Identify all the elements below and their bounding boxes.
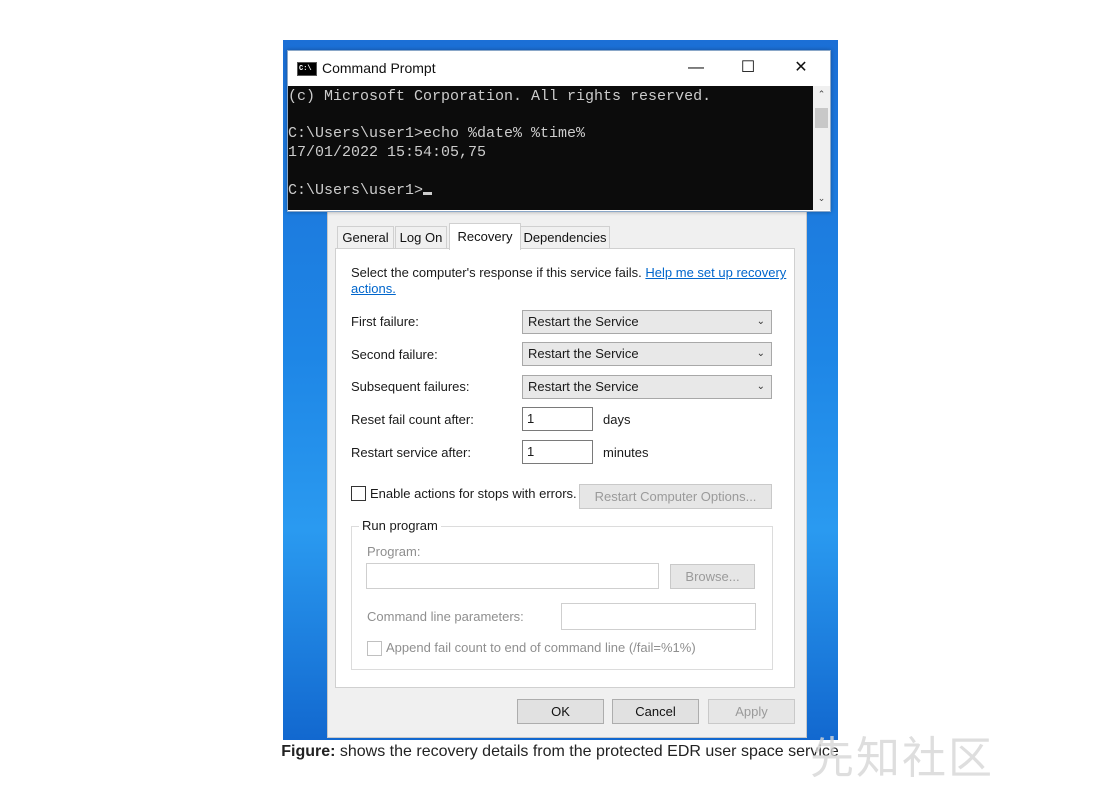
restart-service-input[interactable]: 1 — [522, 440, 593, 464]
ok-button[interactable]: OK — [517, 699, 604, 724]
first-failure-select[interactable]: Restart the Service ⌄ — [522, 310, 772, 334]
cmd-app-icon: C:\ — [297, 62, 317, 76]
console-line: C:\Users\user1>echo %date% %time% — [288, 125, 586, 142]
program-label: Program: — [367, 544, 421, 559]
restart-computer-options-button[interactable]: Restart Computer Options... — [579, 484, 772, 509]
caption-label: Figure: — [281, 743, 336, 760]
caption-text: shows the recovery details from the prot… — [335, 743, 839, 760]
minimize-icon[interactable]: — — [673, 51, 719, 85]
subsequent-failures-select[interactable]: Restart the Service ⌄ — [522, 375, 772, 399]
cmd-title-bar[interactable]: C:\ Command Prompt — ☐ ✕ — [288, 51, 830, 86]
append-fail-count-checkbox[interactable] — [367, 641, 382, 656]
restart-unit-label: minutes — [603, 445, 649, 460]
command-line-label: Command line parameters: — [367, 609, 524, 624]
watermark: 先知社区 — [810, 733, 994, 784]
subsequent-failures-label: Subsequent failures: — [351, 379, 470, 394]
help-link-continued[interactable]: actions. — [351, 281, 396, 296]
scroll-up-icon[interactable]: ⌃ — [813, 89, 830, 100]
cancel-button[interactable]: Cancel — [612, 699, 699, 724]
cmd-window-title: Command Prompt — [322, 60, 436, 76]
apply-button[interactable]: Apply — [708, 699, 795, 724]
command-prompt-window: C:\ Command Prompt — ☐ ✕ (c) Microsoft C… — [287, 50, 831, 212]
scroll-down-icon[interactable]: ⌄ — [813, 193, 830, 204]
cmd-console[interactable]: (c) Microsoft Corporation. All rights re… — [288, 86, 813, 210]
cmd-scrollbar[interactable]: ⌃ ⌄ — [813, 86, 830, 210]
maximize-icon[interactable]: ☐ — [725, 51, 771, 85]
chevron-down-icon: ⌄ — [756, 381, 765, 392]
tab-general[interactable]: General — [337, 226, 394, 249]
second-failure-value: Restart the Service — [528, 346, 639, 361]
console-prompt: C:\Users\user1> — [288, 182, 424, 199]
run-program-title: Run program — [359, 518, 441, 533]
chevron-down-icon: ⌄ — [756, 316, 765, 327]
subsequent-failures-value: Restart the Service — [528, 379, 639, 394]
text-cursor — [423, 192, 433, 195]
program-input[interactable] — [366, 563, 659, 589]
tab-dependencies[interactable]: Dependencies — [520, 226, 610, 249]
restart-service-label: Restart service after: — [351, 445, 471, 460]
browse-button[interactable]: Browse... — [670, 564, 755, 589]
first-failure-label: First failure: — [351, 314, 419, 329]
enable-actions-label: Enable actions for stops with errors. — [370, 486, 577, 501]
recovery-intro-line1: Select the computer's response if this s… — [351, 265, 786, 280]
scrollbar-thumb[interactable] — [815, 108, 828, 128]
first-failure-value: Restart the Service — [528, 314, 639, 329]
reset-unit-label: days — [603, 412, 631, 427]
second-failure-select[interactable]: Restart the Service ⌄ — [522, 342, 772, 366]
tab-log-on[interactable]: Log On — [395, 226, 447, 249]
second-failure-label: Second failure: — [351, 347, 438, 362]
close-icon[interactable]: ✕ — [778, 51, 824, 85]
console-line: (c) Microsoft Corporation. All rights re… — [288, 88, 712, 105]
chevron-down-icon: ⌄ — [756, 348, 765, 359]
console-prompt-line: C:\Users\user1> — [288, 182, 433, 199]
enable-actions-checkbox[interactable] — [351, 486, 366, 501]
command-line-input[interactable] — [561, 603, 756, 630]
reset-fail-count-label: Reset fail count after: — [351, 412, 474, 427]
recovery-intro-text: Select the computer's response if this s… — [351, 265, 642, 280]
append-fail-count-label: Append fail count to end of command line… — [386, 640, 696, 655]
help-link[interactable]: Help me set up recovery — [645, 265, 786, 280]
reset-fail-count-input[interactable]: 1 — [522, 407, 593, 431]
tab-recovery[interactable]: Recovery — [449, 223, 521, 250]
console-line: 17/01/2022 15:54:05,75 — [288, 144, 487, 161]
